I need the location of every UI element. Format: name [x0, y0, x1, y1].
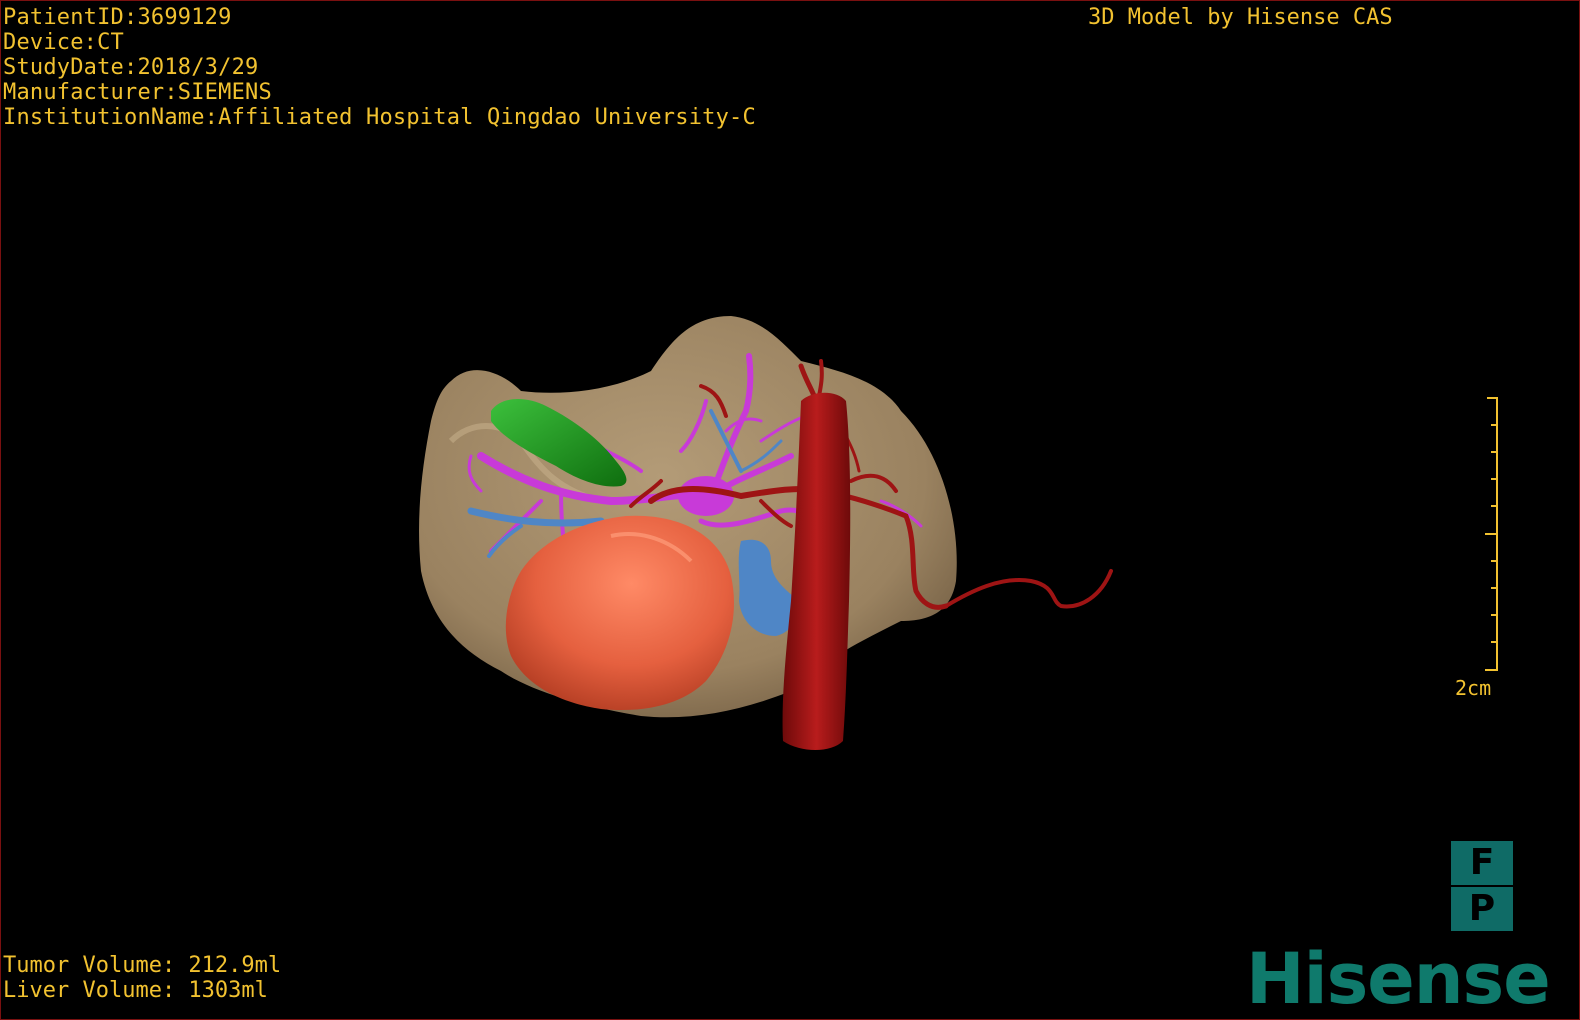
- patient-id-label: PatientID:3699129: [3, 5, 232, 30]
- orientation-front-button[interactable]: F: [1451, 841, 1513, 885]
- orientation-posterior-button[interactable]: P: [1451, 887, 1513, 931]
- hisense-logo: Hisense: [1246, 938, 1551, 1020]
- tumor-volume-label: Tumor Volume: 212.9ml: [3, 953, 282, 978]
- study-date-label: StudyDate:2018/3/29: [3, 55, 259, 80]
- 3d-viewport[interactable]: PatientID:3699129 Device:CT StudyDate:20…: [0, 0, 1580, 1020]
- liver-3d-model[interactable]: [1, 1, 1580, 1020]
- liver-volume-label: Liver Volume: 1303ml: [3, 978, 268, 1003]
- model-credit-label: 3D Model by Hisense CAS: [1088, 5, 1393, 30]
- manufacturer-label: Manufacturer:SIEMENS: [3, 80, 272, 105]
- scale-bar: [1485, 397, 1498, 671]
- device-label: Device:CT: [3, 30, 125, 55]
- hepatic-vein-confluence: [678, 476, 734, 516]
- institution-label: InstitutionName:Affiliated Hospital Qing…: [3, 105, 756, 130]
- scale-label: 2cm: [1455, 676, 1492, 700]
